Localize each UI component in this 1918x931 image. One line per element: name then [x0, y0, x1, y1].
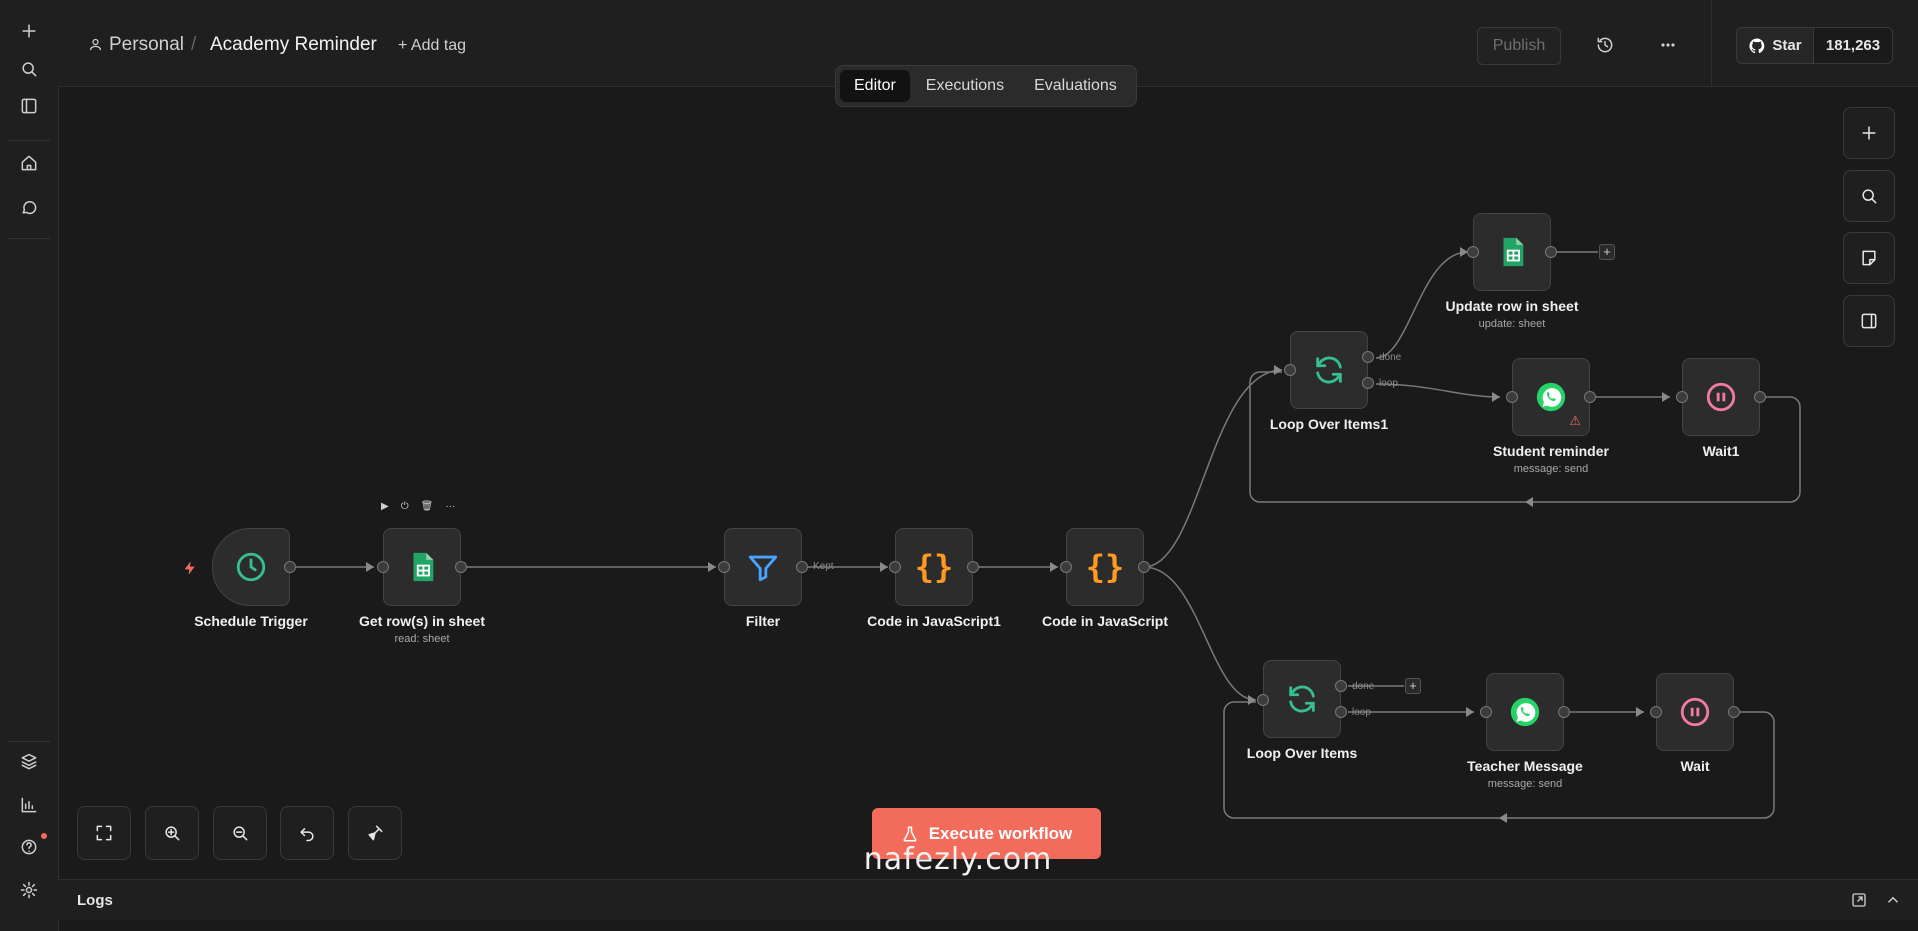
node-code-in-javascript1[interactable]: {} — [895, 528, 973, 606]
more-icon[interactable]: ··· — [445, 501, 455, 512]
node-label: Loop Over Items — [1246, 745, 1358, 761]
node-subtitle: read: sheet — [394, 633, 450, 645]
node-loop-over-items1[interactable] — [1290, 331, 1368, 409]
output-handle[interactable] — [1558, 706, 1570, 718]
output-handle[interactable] — [1584, 391, 1596, 403]
node-label: Wait1 — [1702, 443, 1740, 459]
input-handle[interactable] — [1257, 694, 1269, 706]
google-sheets-icon — [1503, 237, 1524, 267]
node-label: Loop Over Items1 — [1269, 416, 1389, 432]
code-braces-icon: {} — [1085, 548, 1125, 586]
output-handle[interactable] — [1754, 391, 1766, 403]
input-handle[interactable] — [1060, 561, 1072, 573]
broom-icon — [368, 825, 383, 841]
trigger-bolt-icon — [182, 560, 198, 580]
node-subtitle: update: sheet — [1478, 318, 1546, 330]
node-toolbar: ▶ ⏻ 🗑︎ ··· — [381, 501, 455, 512]
google-sheets-icon — [413, 552, 434, 582]
search-icon — [1862, 189, 1877, 204]
chevron-up-icon[interactable] — [1884, 891, 1902, 909]
node-wait1[interactable] — [1682, 358, 1760, 436]
input-handle[interactable] — [377, 561, 389, 573]
toggle-panel-button[interactable] — [1843, 295, 1895, 347]
input-handle[interactable] — [1480, 706, 1492, 718]
output-handle[interactable] — [796, 561, 808, 573]
node-student-reminder[interactable]: ⚠ — [1512, 358, 1590, 436]
play-icon[interactable]: ▶ — [381, 501, 389, 512]
edge-label-kept: Kept — [813, 561, 834, 572]
input-handle[interactable] — [1676, 391, 1688, 403]
add-node-plus-icon[interactable]: + — [1405, 678, 1421, 694]
loop-icon — [1316, 356, 1342, 384]
input-handle[interactable] — [1467, 246, 1479, 258]
node-label: Code in JavaScript — [1041, 613, 1169, 629]
zoom-in-button[interactable] — [145, 806, 199, 860]
output-handle[interactable] — [967, 561, 979, 573]
logs-panel-bar[interactable]: Logs — [58, 879, 1918, 920]
node-label: Get row(s) in sheet — [358, 613, 486, 629]
pop-out-icon[interactable] — [1850, 891, 1868, 909]
filter-icon — [748, 555, 778, 582]
node-get-rows-in-sheet[interactable] — [383, 528, 461, 606]
tidy-up-button[interactable] — [348, 806, 402, 860]
fit-view-button[interactable] — [77, 806, 131, 860]
zoom-out-icon — [233, 826, 248, 841]
zoom-out-button[interactable] — [213, 806, 267, 860]
node-subtitle: message: send — [1487, 778, 1563, 790]
input-handle[interactable] — [889, 561, 901, 573]
input-handle[interactable] — [1506, 391, 1518, 403]
output-handle[interactable] — [1728, 706, 1740, 718]
execute-workflow-label: Execute workflow — [928, 823, 1073, 843]
clock-icon — [236, 552, 266, 582]
power-icon[interactable]: ⏻ — [401, 501, 409, 512]
node-code-in-javascript[interactable]: {} — [1066, 528, 1144, 606]
node-update-row-in-sheet[interactable] — [1473, 213, 1551, 291]
node-schedule-trigger[interactable] — [212, 528, 290, 606]
zoom-in-icon — [165, 826, 180, 841]
output-handle[interactable] — [455, 561, 467, 573]
output-handle[interactable] — [1138, 561, 1150, 573]
add-node-plus-icon[interactable]: + — [1599, 244, 1615, 260]
done-output-handle[interactable] — [1335, 680, 1347, 692]
flask-icon — [903, 826, 917, 842]
output-handle[interactable] — [284, 561, 296, 573]
done-output-handle[interactable] — [1362, 351, 1374, 363]
logs-label: Logs — [77, 892, 113, 909]
warning-icon: ⚠ — [1569, 413, 1581, 428]
node-loop-over-items[interactable] — [1263, 660, 1341, 738]
watermark: nafezly.com — [863, 842, 1053, 877]
loop-icon — [1289, 685, 1315, 713]
whatsapp-icon — [1536, 382, 1566, 412]
edge-label-done: done — [1352, 681, 1375, 692]
input-handle[interactable] — [1284, 364, 1296, 376]
input-handle[interactable] — [1650, 706, 1662, 718]
whatsapp-icon — [1510, 697, 1540, 727]
node-teacher-message[interactable] — [1486, 673, 1564, 751]
sticky-note-icon — [1862, 250, 1876, 266]
edge-label-loop: loop — [1379, 378, 1398, 389]
node-subtitle: message: send — [1513, 463, 1589, 475]
node-label: Update row in sheet — [1445, 298, 1579, 314]
fit-view-icon — [96, 825, 112, 841]
panel-right-icon — [1861, 313, 1877, 329]
undo-button[interactable] — [280, 806, 334, 860]
edge-label-loop: loop — [1352, 707, 1371, 718]
plus-icon — [1862, 126, 1876, 140]
code-braces-icon: {} — [914, 548, 954, 586]
trash-icon[interactable]: 🗑︎ — [421, 501, 434, 512]
output-handle[interactable] — [1545, 246, 1557, 258]
node-filter[interactable] — [724, 528, 802, 606]
node-wait[interactable] — [1656, 673, 1734, 751]
node-label: Wait — [1680, 758, 1710, 774]
add-node-button[interactable] — [1843, 107, 1895, 159]
search-nodes-button[interactable] — [1843, 170, 1895, 222]
pause-icon — [1680, 697, 1710, 727]
input-handle[interactable] — [718, 561, 730, 573]
loop-output-handle[interactable] — [1362, 377, 1374, 389]
sticky-note-button[interactable] — [1843, 232, 1895, 284]
loop-output-handle[interactable] — [1335, 706, 1347, 718]
undo-icon — [300, 828, 314, 842]
pause-icon — [1706, 382, 1736, 412]
edge-label-done: done — [1379, 352, 1402, 363]
